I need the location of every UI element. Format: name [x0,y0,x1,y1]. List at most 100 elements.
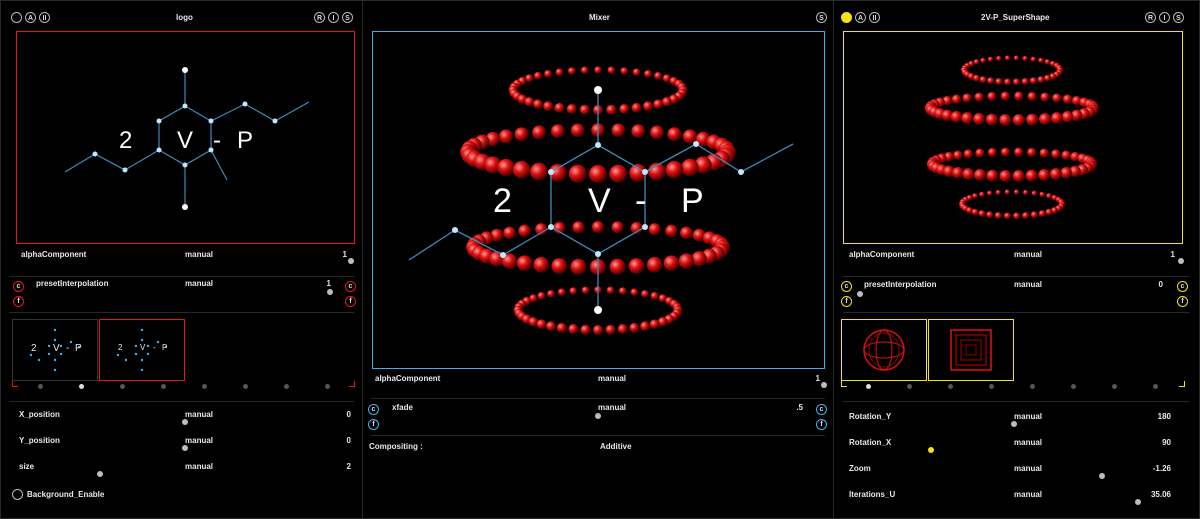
param-mode[interactable]: manual [1014,464,1042,473]
preset-c-button-right[interactable]: c [345,281,356,292]
param-mode[interactable]: manual [1014,438,1042,447]
alpha-mode[interactable]: manual [185,250,213,259]
param-value: -1.26 [1152,464,1171,473]
compositing-label: Compositing : [369,442,423,451]
alpha-mode[interactable]: manual [598,374,626,383]
xfade-slider[interactable] [595,413,601,419]
preset-dot[interactable] [907,384,912,389]
thumb-char: P [75,343,82,354]
x-position-slider[interactable] [182,419,188,425]
logo-char-3: - [635,182,647,220]
preset-dot[interactable] [38,384,43,389]
preset-f-button-right[interactable]: f [1177,296,1188,307]
alpha-value: 1 [342,250,347,259]
param-mode[interactable]: manual [185,462,213,471]
param-mode[interactable]: manual [185,436,213,445]
preset-dot[interactable] [1030,384,1035,389]
mixer-preview: 2 V - P [372,31,825,369]
alpha-slider[interactable] [348,258,354,264]
divider [9,276,354,277]
param-mode[interactable]: manual [1014,490,1042,499]
auto-button[interactable]: A [25,12,36,23]
preset-c-button-right[interactable]: c [1177,281,1188,292]
alpha-mode[interactable]: manual [1014,250,1042,259]
param-label: size [19,462,35,471]
preset-f-button[interactable]: f [841,296,852,307]
preset-f-button[interactable]: f [13,296,24,307]
preset-thumb-1[interactable] [841,319,927,381]
param-value: 0 [346,436,351,445]
y-position-slider[interactable] [182,445,188,451]
zoom-slider[interactable] [1099,473,1105,479]
preset-thumb-2[interactable] [928,319,1014,381]
alpha-value: 1 [1170,250,1175,259]
preset-dot[interactable] [948,384,953,389]
preset-c-button[interactable]: c [841,281,852,292]
preset-dot[interactable] [243,384,248,389]
preset-dot[interactable] [325,384,330,389]
preset-slider[interactable] [857,291,863,297]
xfade-c-button[interactable]: c [368,404,379,415]
size-slider[interactable] [97,471,103,477]
preset-dot[interactable] [202,384,207,389]
panel-title: logo [176,13,193,22]
xfade-label: xfade [392,403,413,412]
background-enable-toggle[interactable] [12,489,23,500]
save-button[interactable]: S [1173,12,1184,23]
reset-button[interactable]: R [1145,12,1156,23]
param-mode[interactable]: manual [185,410,213,419]
preset-dot[interactable] [120,384,125,389]
compositing-select[interactable]: Additive [600,442,632,451]
background-enable-label: Background_Enable [27,490,105,499]
auto-button[interactable]: A [855,12,866,23]
preset-dot[interactable] [1153,384,1158,389]
param-mode[interactable]: manual [1014,412,1042,421]
preset-dot[interactable] [989,384,994,389]
enable-toggle[interactable] [841,12,852,23]
preset-f-button-right[interactable]: f [345,296,356,307]
iterations-u-slider[interactable] [1135,499,1141,505]
logo-char-2: V [588,182,611,220]
preset-dot[interactable] [1112,384,1117,389]
xfade-mode[interactable]: manual [598,403,626,412]
rotation-x-slider[interactable] [928,447,934,453]
preset-thumb-1[interactable]: 2 V - P [12,319,98,381]
bracket-left [12,381,18,387]
preset-dot[interactable] [284,384,289,389]
rotation-y-slider[interactable] [1011,421,1017,427]
bracket-left [841,381,847,387]
alpha-slider[interactable] [821,382,827,388]
save-button[interactable]: S [816,12,827,23]
preset-dot[interactable] [161,384,166,389]
param-value: 0 [346,410,351,419]
preset-slider[interactable] [327,289,333,295]
save-button[interactable]: S [342,12,353,23]
param-label: Iterations_U [849,490,896,499]
preset-mode[interactable]: manual [185,279,213,288]
preset-dot-active[interactable] [866,384,871,389]
pause-button[interactable]: II [39,12,50,23]
preset-c-button[interactable]: c [13,281,24,292]
reset-button[interactable]: R [314,12,325,23]
xfade-f-button[interactable]: f [368,419,379,430]
preset-value: 0 [1158,280,1163,289]
supershape-render [924,55,1100,220]
info-button[interactable]: I [328,12,339,23]
pause-button[interactable]: II [869,12,880,23]
param-label: Zoom [849,464,871,473]
logo-char-4: P [237,127,254,154]
logo-char-1: 2 [119,127,133,154]
enable-toggle[interactable] [11,12,22,23]
alpha-slider[interactable] [1178,258,1184,264]
preset-thumb-2[interactable]: 2 V - P [99,319,185,381]
info-button[interactable]: I [1159,12,1170,23]
xfade-c-button-right[interactable]: c [816,404,827,415]
panel-title: 2V-P_SuperShape [981,13,1050,22]
preset-dot[interactable] [1071,384,1076,389]
divider [371,435,825,436]
xfade-f-button-right[interactable]: f [816,419,827,430]
alpha-label: alphaComponent [375,374,441,383]
preset-mode[interactable]: manual [1014,280,1042,289]
preset-dot-active[interactable] [79,384,84,389]
param-value: 180 [1157,412,1171,421]
